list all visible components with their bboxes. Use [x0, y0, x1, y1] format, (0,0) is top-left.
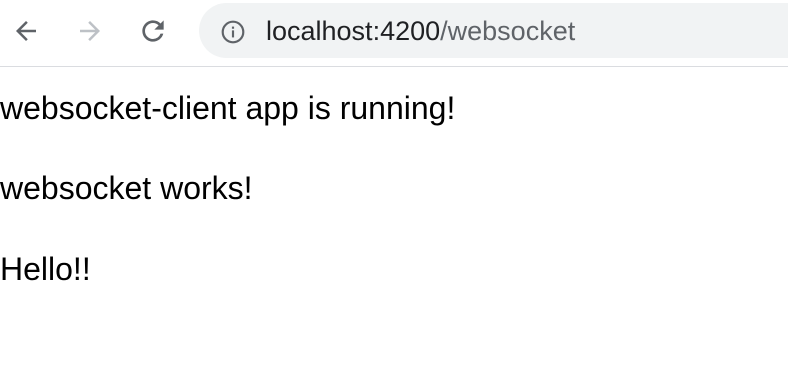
- url-path: /websocket: [440, 16, 576, 46]
- back-arrow-icon: [16, 21, 36, 41]
- url-text[interactable]: localhost:4200/websocket: [266, 16, 575, 46]
- reload-icon: [142, 20, 164, 42]
- info-icon[interactable]: [220, 19, 246, 45]
- app-status-text: websocket-client app is running!: [0, 90, 456, 126]
- forward-button[interactable]: [72, 13, 108, 49]
- message-text: Hello!!: [0, 251, 91, 287]
- browser-toolbar: localhost:4200/websocket: [0, 0, 788, 67]
- url-host: localhost:4200: [266, 16, 441, 46]
- websocket-status-text: websocket works!: [0, 170, 253, 206]
- reload-button[interactable]: [135, 13, 171, 49]
- address-bar[interactable]: localhost:4200/websocket: [199, 3, 788, 58]
- forward-arrow-icon: [80, 21, 100, 41]
- back-button[interactable]: [8, 13, 44, 49]
